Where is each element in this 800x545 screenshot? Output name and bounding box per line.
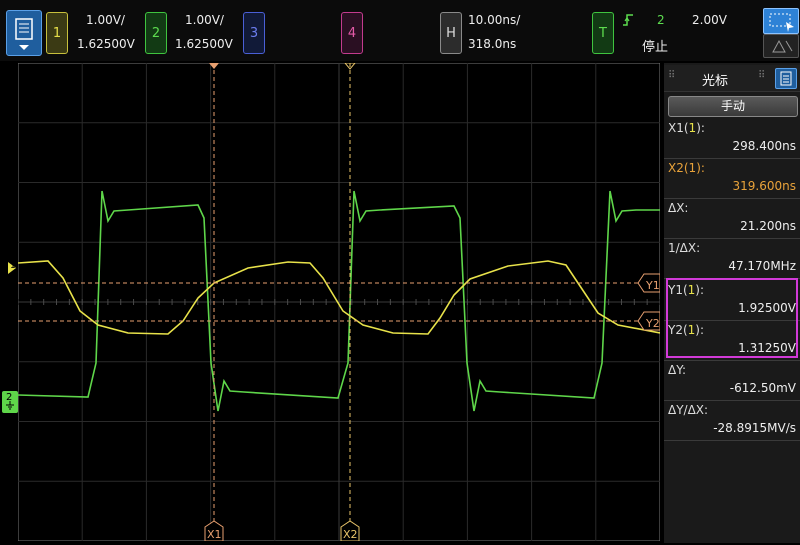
slope-label: ΔY/ΔX: [668, 403, 709, 417]
drag-handle-icon[interactable]: ⠿ [668, 70, 675, 81]
cursor-box-icon [769, 13, 794, 32]
ground-icon [6, 401, 14, 410]
x2-label: X2(1): [668, 161, 705, 175]
horizontal-badge: H [446, 25, 456, 41]
x2-readout[interactable]: X2(1): 319.600ns [664, 158, 800, 199]
cursor-panel-header: ⠿ 光标 ⠿ [664, 65, 800, 92]
x1-value: 298.400ns [732, 139, 796, 153]
cursor-y2-label-text: Y2 [645, 317, 660, 330]
delta-x-label: ΔX: [668, 201, 689, 215]
menu-icon [15, 18, 33, 50]
x2-value: 319.600ns [732, 179, 796, 193]
slope-value: -28.8915MV/s [713, 421, 796, 435]
cursor-x2-label[interactable]: X2 [340, 520, 360, 542]
channel-4-number: 4 [347, 25, 357, 41]
panel-menu-button[interactable] [775, 68, 797, 89]
inverse-delta-x-value: 47.170MHz [728, 259, 796, 273]
trigger-source: 2 [657, 13, 665, 27]
x2-label-close: ): [696, 161, 705, 175]
cursor-y1-label-text: Y1 [645, 279, 660, 292]
trigger-level: 2.00V [692, 13, 727, 27]
delta-y-readout: ΔY: -612.50mV [664, 360, 800, 401]
top-status-bar: 1 1.00V/ 1.62500V 2 1.00V/ 1.62500V 3 4 … [0, 0, 800, 61]
main-menu-button[interactable] [6, 10, 42, 56]
acquisition-status: 停止 [642, 40, 669, 55]
channel-2-number: 2 [151, 25, 161, 41]
channel-1-button[interactable]: 1 [46, 12, 68, 54]
timebase-value: 10.00ns/ [468, 13, 521, 27]
cursor-y2-label[interactable]: Y2 [637, 311, 661, 331]
channel-2-ground-marker[interactable]: 2 [2, 391, 18, 413]
delay-value: 318.0ns [468, 37, 517, 51]
x1-label-text: X1( [668, 121, 689, 135]
menu-icon [780, 71, 792, 86]
delta-tool-button[interactable] [763, 34, 799, 58]
horizontal-button[interactable]: H [440, 12, 462, 54]
delta-icon [772, 39, 793, 53]
x1-label-close: ): [696, 121, 705, 135]
channel-3-number: 3 [249, 25, 259, 41]
channel-2-scale: 1.00V/ [185, 13, 224, 27]
cursor-tool-group [763, 8, 799, 58]
delta-y-label: ΔY: [668, 363, 686, 377]
trigger-button[interactable]: T [592, 12, 614, 54]
cursor-x1-label-text: X1 [207, 528, 222, 541]
channel-1-offset: 1.62500V [77, 37, 135, 51]
cursor-mode-button[interactable]: 手动 [668, 96, 798, 117]
channel-1-number: 1 [52, 25, 62, 41]
cursor-y1-label[interactable]: Y1 [637, 273, 661, 293]
drag-handle-icon[interactable]: ⠿ [758, 70, 765, 81]
delta-y-value: -612.50mV [729, 381, 796, 395]
inverse-delta-x-label: 1/ΔX: [668, 241, 701, 255]
cursor-panel: ⠿ 光标 ⠿ 手动 X1(1): 298.400ns X2(1): 319.60… [664, 63, 800, 543]
channel-4-button[interactable]: 4 [341, 12, 363, 54]
inverse-delta-x-readout: 1/ΔX: 47.170MHz [664, 238, 800, 279]
channel-3-button[interactable]: 3 [243, 12, 265, 54]
channel-2-button[interactable]: 2 [145, 12, 167, 54]
rising-edge-icon [623, 14, 633, 26]
cursor-panel-title: 光标 [702, 74, 729, 89]
cursor-x1-label[interactable]: X1 [204, 520, 224, 542]
channel-2-offset: 1.62500V [175, 37, 233, 51]
x2-label-text: X2( [668, 161, 689, 175]
slope-readout: ΔY/ΔX: -28.8915MV/s [664, 400, 800, 441]
cursor-select-button[interactable] [763, 8, 799, 34]
waveform-graticule: X1 X2 Y1 Y2 [17, 62, 661, 542]
channel-1-scale: 1.00V/ [86, 13, 125, 27]
delta-x-readout: ΔX: 21.200ns [664, 198, 800, 239]
x1-label: X1(1): [668, 121, 705, 135]
trigger-badge: T [599, 25, 607, 41]
x1-readout[interactable]: X1(1): 298.400ns [664, 118, 800, 159]
channel-1-marker-label: 1 [10, 261, 16, 271]
y-cursor-highlight [666, 278, 798, 358]
delta-x-value: 21.200ns [740, 219, 796, 233]
waveform-display[interactable]: X1 X2 Y1 Y2 [17, 62, 661, 542]
cursor-x2-label-text: X2 [343, 528, 358, 541]
